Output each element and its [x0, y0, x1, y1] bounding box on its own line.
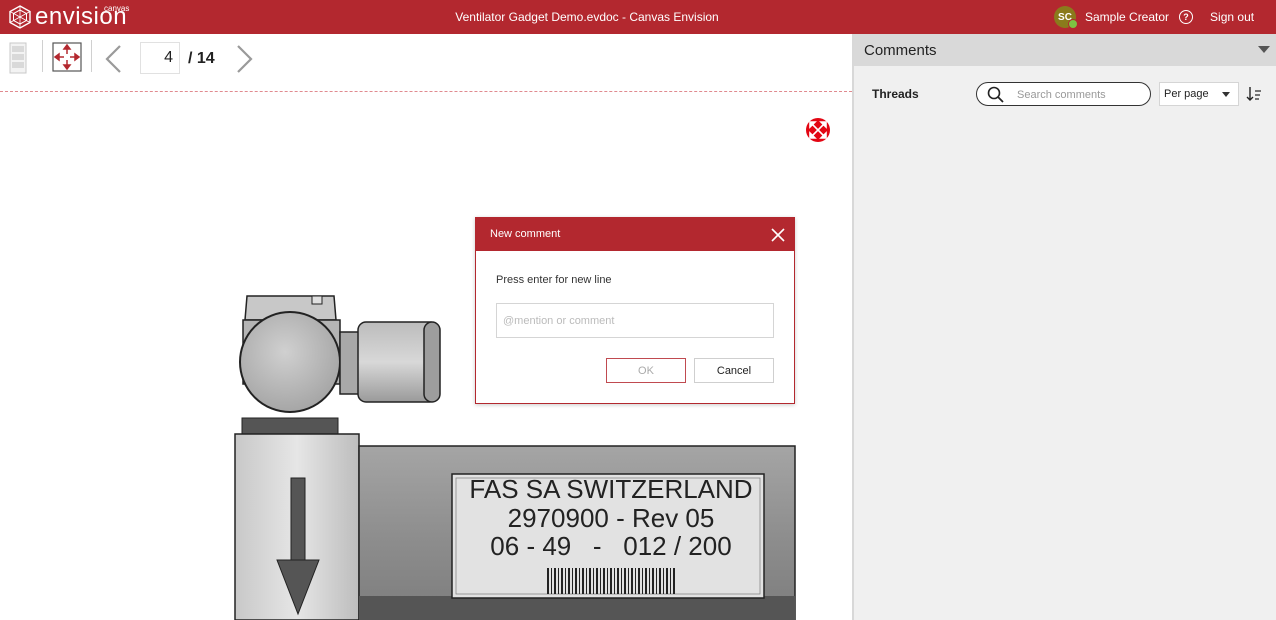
comment-input[interactable]	[496, 303, 774, 338]
document-title: Ventilator Gadget Demo.evdoc - Canvas En…	[455, 10, 719, 24]
nameplate-line-2: 2970900 - Rev 05	[508, 503, 715, 533]
sign-out-link[interactable]: Sign out	[1210, 10, 1254, 24]
fit-page-icon[interactable]	[52, 42, 82, 72]
search-comments-input[interactable]	[1017, 87, 1145, 103]
user-name[interactable]: Sample Creator	[1085, 10, 1169, 24]
cancel-button[interactable]: Cancel	[694, 358, 774, 383]
avatar[interactable]: SC	[1054, 6, 1078, 29]
chevron-down-icon	[1222, 92, 1230, 97]
collapse-panel-icon[interactable]	[1258, 46, 1270, 53]
comments-panel-header[interactable]: Comments	[854, 34, 1276, 66]
threads-label: Threads	[872, 87, 919, 101]
new-comment-dialog: New comment Press enter for new line OK …	[475, 217, 795, 404]
help-icon[interactable]: ?	[1179, 10, 1194, 24]
page-total: / 14	[188, 50, 215, 67]
next-page-icon[interactable]	[234, 44, 256, 74]
search-icon	[987, 86, 1004, 103]
app-window: envision canvas Ventilator Gadget Demo.e…	[0, 0, 1276, 620]
close-icon[interactable]	[770, 227, 786, 243]
nameplate-line-3: 06 - 49 - 012 / 200	[490, 531, 731, 561]
page-thumbnails-icon[interactable]	[9, 42, 27, 74]
user-area: SC Sample Creator ? Sign out	[1054, 6, 1254, 29]
dialog-title: New comment	[490, 228, 561, 240]
toolbar-separator	[42, 40, 43, 72]
page-number-input[interactable]: 4	[140, 42, 180, 74]
dialog-header: New comment	[476, 218, 794, 251]
previous-page-icon[interactable]	[102, 44, 124, 74]
viewer-toolbar: 4 / 14	[0, 34, 852, 86]
toolbar-separator	[91, 40, 92, 72]
nameplate-line-1: FAS SA SWITZERLAND	[469, 474, 752, 504]
per-page-select[interactable]: Per page	[1159, 82, 1239, 106]
expand-icon[interactable]	[806, 118, 830, 142]
dialog-hint: Press enter for new line	[496, 274, 612, 286]
search-comments-box[interactable]	[976, 82, 1151, 106]
per-page-label: Per page	[1164, 88, 1209, 100]
top-bar: envision canvas Ventilator Gadget Demo.e…	[0, 0, 1276, 34]
comments-panel: Comments Threads Per page	[852, 34, 1276, 620]
sort-icon[interactable]	[1246, 86, 1262, 102]
online-status-icon	[1068, 19, 1078, 29]
comments-title: Comments	[864, 42, 937, 59]
ok-button[interactable]: OK	[606, 358, 686, 383]
